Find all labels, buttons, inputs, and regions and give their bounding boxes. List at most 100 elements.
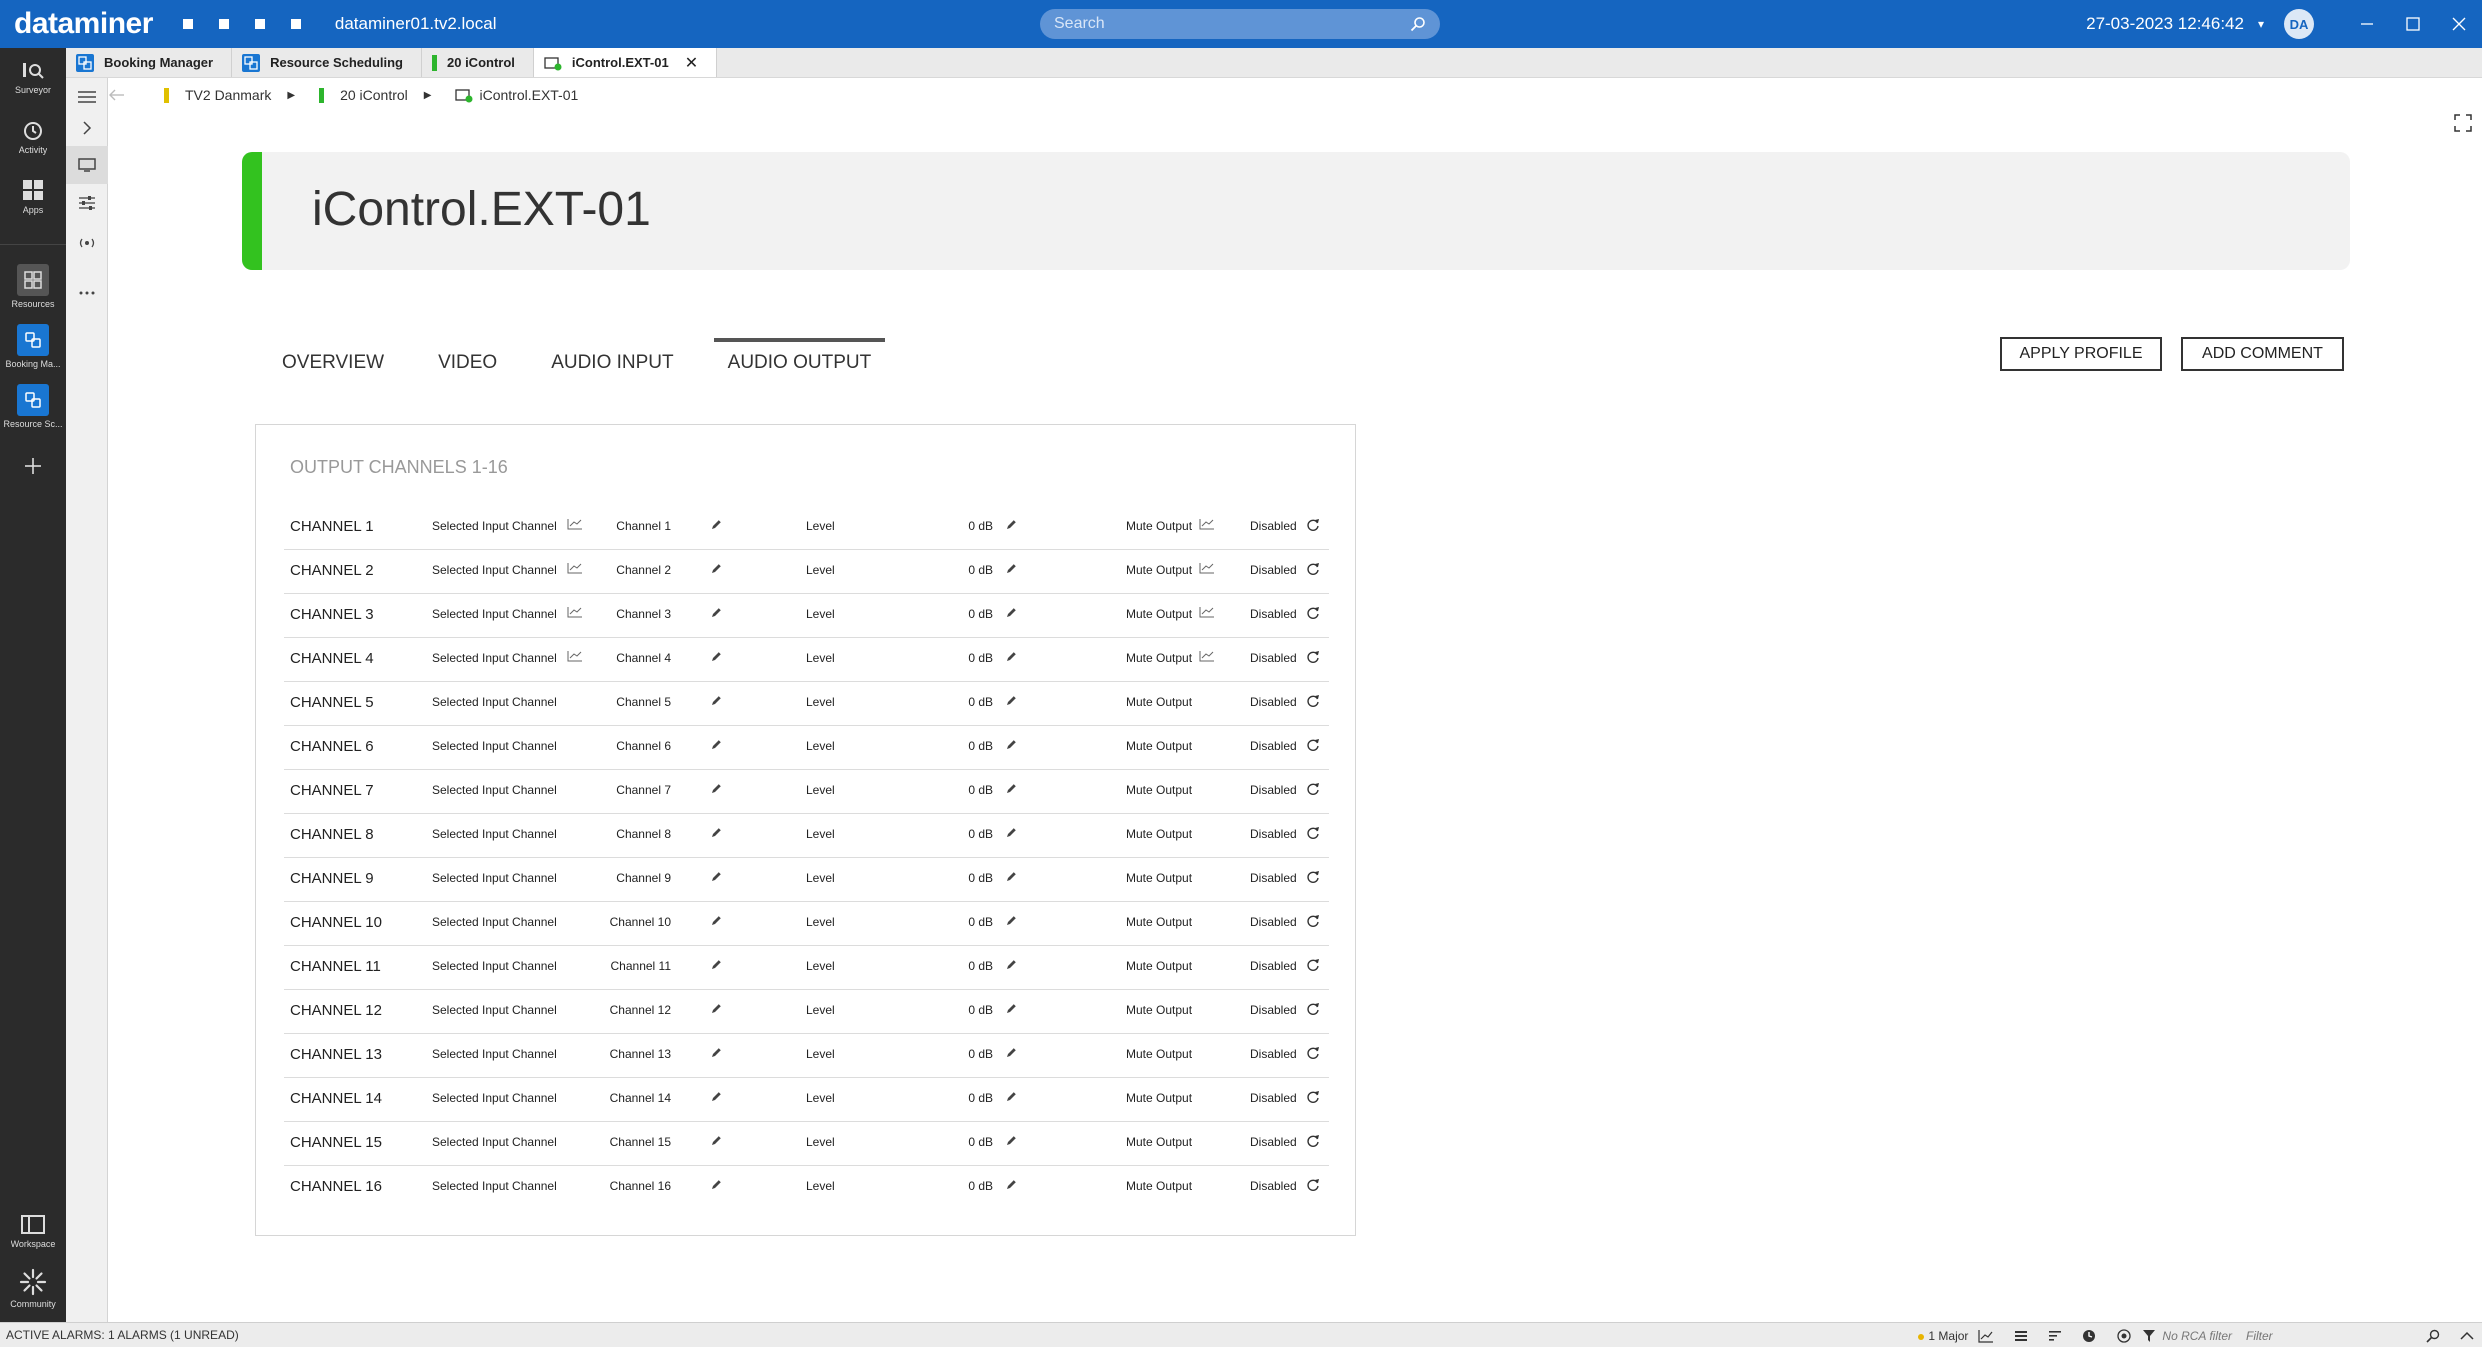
back-button[interactable] bbox=[108, 88, 126, 102]
active-alarms-text[interactable]: ACTIVE ALARMS: 1 ALARMS (1 UNREAD) bbox=[6, 1328, 239, 1342]
rca-filter[interactable]: No RCA filter bbox=[2142, 1329, 2232, 1343]
rail-item-workspace[interactable]: Workspace bbox=[0, 1214, 66, 1249]
edit-pencil-icon[interactable] bbox=[711, 694, 723, 706]
toggle-refresh-icon[interactable] bbox=[1306, 1090, 1320, 1104]
edit-pencil-icon[interactable] bbox=[711, 1002, 723, 1014]
tab-audio-output[interactable]: AUDIO OUTPUT bbox=[713, 338, 886, 382]
edit-pencil-icon[interactable] bbox=[711, 1178, 723, 1190]
quick-access-square-icon[interactable] bbox=[218, 19, 229, 29]
quick-access-square-icon[interactable] bbox=[254, 19, 265, 29]
rail-item-resources[interactable]: Resources bbox=[0, 264, 66, 309]
edit-pencil-icon[interactable] bbox=[1006, 518, 1018, 530]
edit-pencil-icon[interactable] bbox=[1006, 606, 1018, 618]
edit-pencil-icon[interactable] bbox=[711, 738, 723, 750]
edit-pencil-icon[interactable] bbox=[1006, 1178, 1018, 1190]
toggle-refresh-icon[interactable] bbox=[1306, 914, 1320, 928]
tab-audio-input[interactable]: AUDIO INPUT bbox=[537, 338, 687, 382]
edit-pencil-icon[interactable] bbox=[1006, 782, 1018, 794]
trend-icon[interactable] bbox=[567, 650, 583, 662]
edit-pencil-icon[interactable] bbox=[711, 606, 723, 618]
trend-icon[interactable] bbox=[1199, 650, 1215, 662]
edit-pencil-icon[interactable] bbox=[1006, 870, 1018, 882]
breadcrumb-item-view[interactable]: TV2 Danmark ▶ bbox=[164, 87, 295, 103]
rail-item-resource-scheduling[interactable]: Resource Sc... bbox=[0, 384, 66, 429]
tab-video[interactable]: VIDEO bbox=[424, 338, 511, 382]
alarm-filter-input[interactable] bbox=[2246, 1328, 2416, 1343]
toggle-refresh-icon[interactable] bbox=[1306, 562, 1320, 576]
tab-icontrol-ext-01[interactable]: iControl.EXT-01 ✕ bbox=[533, 48, 718, 77]
tab-close-icon[interactable]: ✕ bbox=[685, 53, 698, 73]
edit-pencil-icon[interactable] bbox=[1006, 694, 1018, 706]
trend-icon[interactable] bbox=[567, 606, 583, 618]
toggle-refresh-icon[interactable] bbox=[1306, 870, 1320, 884]
toggle-refresh-icon[interactable] bbox=[1306, 1178, 1320, 1192]
visual-overview-button[interactable] bbox=[66, 146, 108, 184]
expand-button[interactable] bbox=[66, 109, 108, 147]
edit-pencil-icon[interactable] bbox=[1006, 1046, 1018, 1058]
edit-pencil-icon[interactable] bbox=[711, 562, 723, 574]
edit-pencil-icon[interactable] bbox=[1006, 650, 1018, 662]
toggle-refresh-icon[interactable] bbox=[1306, 694, 1320, 708]
toggle-refresh-icon[interactable] bbox=[1306, 1002, 1320, 1016]
toggle-refresh-icon[interactable] bbox=[1306, 738, 1320, 752]
tab-20-icontrol[interactable]: 20 iControl bbox=[422, 48, 534, 77]
edit-pencil-icon[interactable] bbox=[1006, 1090, 1018, 1102]
edit-pencil-icon[interactable] bbox=[1006, 826, 1018, 838]
parameters-button[interactable] bbox=[66, 184, 108, 222]
quick-access-square-icon[interactable] bbox=[182, 19, 193, 29]
trend-icon[interactable] bbox=[1199, 518, 1215, 530]
rca-target-icon[interactable] bbox=[2116, 1328, 2132, 1344]
trend-icon[interactable] bbox=[1199, 562, 1215, 574]
trend-icon[interactable] bbox=[567, 518, 583, 530]
tab-resource-scheduling[interactable]: Resource Scheduling bbox=[232, 48, 422, 77]
rail-item-booking-manager[interactable]: Booking Ma... bbox=[0, 324, 66, 369]
toggle-refresh-icon[interactable] bbox=[1306, 782, 1320, 796]
toggle-refresh-icon[interactable] bbox=[1306, 650, 1320, 664]
toggle-refresh-icon[interactable] bbox=[1306, 606, 1320, 620]
avatar[interactable]: DA bbox=[2284, 9, 2314, 39]
edit-pencil-icon[interactable] bbox=[711, 914, 723, 926]
quick-access-square-icon[interactable] bbox=[290, 19, 301, 29]
fullscreen-button[interactable] bbox=[2454, 114, 2472, 132]
search-input[interactable] bbox=[1054, 15, 1410, 33]
edit-pencil-icon[interactable] bbox=[711, 518, 723, 530]
toggle-refresh-icon[interactable] bbox=[1306, 1046, 1320, 1060]
edit-pencil-icon[interactable] bbox=[711, 650, 723, 662]
toggle-refresh-icon[interactable] bbox=[1306, 518, 1320, 532]
search-icon[interactable] bbox=[2426, 1329, 2440, 1343]
edit-pencil-icon[interactable] bbox=[711, 870, 723, 882]
add-app-button[interactable] bbox=[0, 456, 66, 476]
maximize-button[interactable] bbox=[2390, 0, 2436, 48]
list-view-icon[interactable] bbox=[2014, 1330, 2028, 1342]
major-alarm-count[interactable]: 1 Major bbox=[1918, 1329, 1968, 1343]
toggle-refresh-icon[interactable] bbox=[1306, 958, 1320, 972]
breadcrumb-item-view[interactable]: 20 iControl ▶ bbox=[319, 87, 431, 103]
apply-profile-button[interactable]: APPLY PROFILE bbox=[2000, 337, 2162, 371]
minimize-button[interactable] bbox=[2344, 0, 2390, 48]
history-icon[interactable] bbox=[2082, 1329, 2096, 1343]
tab-overview[interactable]: OVERVIEW bbox=[268, 338, 398, 382]
rail-item-activity[interactable]: Activity bbox=[0, 120, 66, 155]
edit-pencil-icon[interactable] bbox=[711, 782, 723, 794]
edit-pencil-icon[interactable] bbox=[711, 1090, 723, 1102]
rail-item-surveyor[interactable]: Surveyor bbox=[0, 60, 66, 95]
edit-pencil-icon[interactable] bbox=[1006, 1134, 1018, 1146]
edit-pencil-icon[interactable] bbox=[1006, 738, 1018, 750]
edit-pencil-icon[interactable] bbox=[1006, 1002, 1018, 1014]
edit-pencil-icon[interactable] bbox=[1006, 958, 1018, 970]
breadcrumb-item-element[interactable]: iControl.EXT-01 bbox=[455, 87, 578, 103]
search-icon[interactable] bbox=[1410, 16, 1426, 32]
trend-icon[interactable] bbox=[1199, 606, 1215, 618]
protocol-button[interactable] bbox=[66, 224, 108, 262]
add-comment-button[interactable]: ADD COMMENT bbox=[2181, 337, 2344, 371]
edit-pencil-icon[interactable] bbox=[1006, 562, 1018, 574]
edit-pencil-icon[interactable] bbox=[711, 1046, 723, 1058]
edit-pencil-icon[interactable] bbox=[711, 826, 723, 838]
tab-booking-manager[interactable]: Booking Manager bbox=[66, 48, 233, 77]
trend-chart-icon[interactable] bbox=[1978, 1329, 1994, 1343]
search-box[interactable] bbox=[1040, 9, 1440, 39]
rail-item-community[interactable]: Community bbox=[0, 1268, 66, 1309]
more-options-button[interactable] bbox=[66, 274, 108, 312]
edit-pencil-icon[interactable] bbox=[711, 958, 723, 970]
chevron-up-icon[interactable] bbox=[2460, 1331, 2474, 1341]
